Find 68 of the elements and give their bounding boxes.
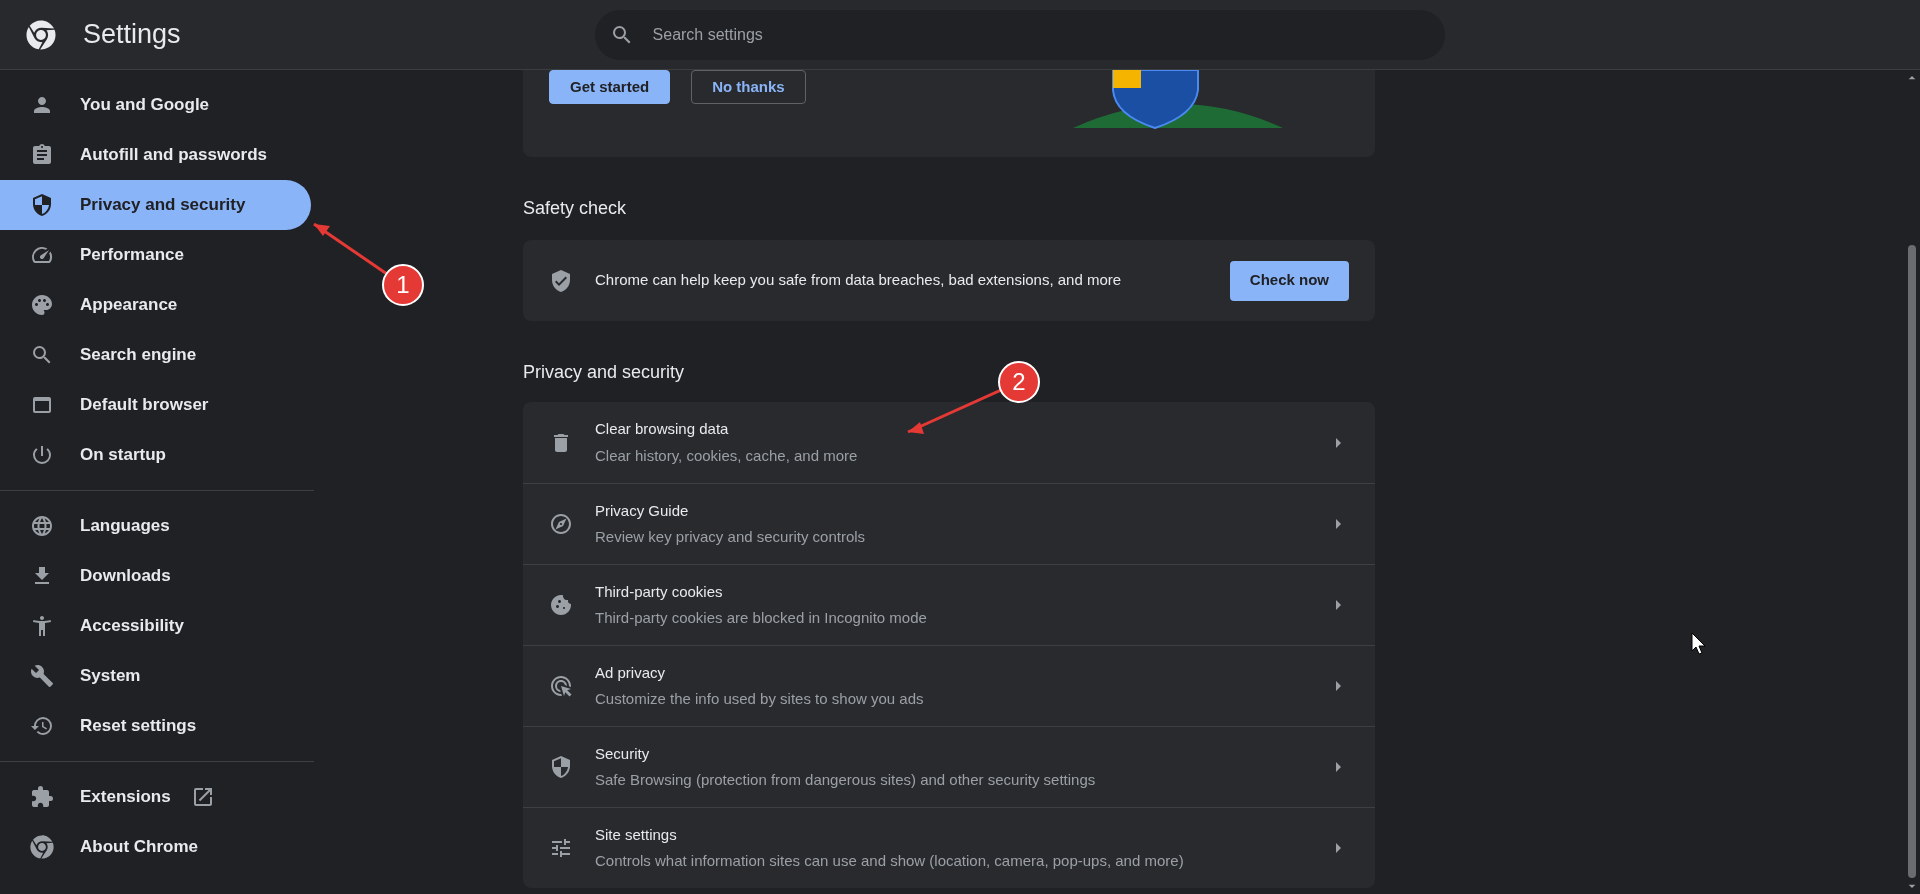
power-icon: [30, 443, 54, 467]
row-subtitle: Review key privacy and security controls: [595, 527, 867, 547]
sidebar-item[interactable]: Autofill and passwords: [0, 130, 311, 180]
caret-right-icon: [1336, 843, 1341, 853]
chrome-logo-icon: [26, 19, 56, 50]
row-subtitle: Safe Browsing (protection from dangerous sites) and other security settings: [595, 770, 1097, 790]
shield-check-icon: [549, 268, 573, 293]
mouse-cursor-icon: [1691, 632, 1706, 655]
settings-row[interactable]: Ad privacy Customize the info used by sites to show you ads: [523, 645, 1375, 726]
settings-row[interactable]: Clear browsing data Clear history, cookies, cache, and more: [523, 402, 1375, 483]
safety-check-text: Chrome can help keep you safe from data breaches, bad extensions, and more: [595, 270, 1123, 291]
sidebar-item[interactable]: System: [0, 651, 311, 701]
chrome-logo-icon: [30, 835, 54, 859]
callout-number: 1: [382, 264, 424, 306]
caret-right-icon: [1336, 762, 1341, 772]
row-title: Third-party cookies: [595, 581, 724, 602]
cookie-icon: [549, 593, 573, 617]
caret-right-icon: [1336, 437, 1341, 448]
sidebar-item[interactable]: Default browser: [0, 380, 311, 430]
sidebar-item[interactable]: About Chrome: [0, 822, 311, 872]
caret-right-icon: [1336, 519, 1341, 529]
row-title: Site settings: [595, 824, 678, 845]
shield-icon: [30, 193, 54, 217]
row-subtitle: Third-party cookies are blocked in Incognito mode: [595, 608, 928, 628]
palette-icon: [30, 293, 54, 317]
compass-icon: [549, 512, 573, 536]
sidebar-item[interactable]: You and Google: [0, 80, 311, 130]
sidebar-item[interactable]: Search engine: [0, 330, 311, 380]
settings-row[interactable]: Security Safe Browsing (protection from dangerous sites) and other security settings: [523, 726, 1375, 807]
sidebar-item[interactable]: Languages: [0, 501, 311, 551]
row-title: Ad privacy: [595, 662, 667, 683]
search-field[interactable]: Search settings: [594, 9, 1445, 60]
sliders-icon: [549, 836, 573, 860]
accessibility-icon: [30, 614, 54, 638]
caret-right-icon: [1336, 681, 1341, 691]
clipboard-icon: [30, 143, 54, 167]
cursor-click-icon: [549, 674, 573, 698]
row-subtitle: Controls what information sites can use and show (location, camera, pop-ups, and more): [595, 851, 1185, 871]
puzzle-icon: [30, 785, 54, 809]
callout-number: 2: [998, 361, 1040, 403]
wrench-icon: [30, 664, 54, 688]
check-now-button[interactable]: Check now: [1229, 260, 1349, 301]
row-subtitle: Customize the info used by sites to show you ads: [595, 689, 925, 709]
page-title: Settings: [83, 18, 181, 52]
row-title: Clear browsing data: [595, 419, 730, 439]
section-heading: Safety check: [523, 197, 627, 220]
sidebar-item[interactable]: Appearance: [0, 280, 311, 330]
sidebar-item[interactable]: Reset settings: [0, 701, 311, 751]
settings-row[interactable]: Privacy Guide Review key privacy and security controls: [523, 483, 1375, 564]
row-title: Privacy Guide: [595, 500, 690, 521]
sidebar-item[interactable]: On startup: [0, 430, 311, 480]
sidebar-item[interactable]: Downloads: [0, 551, 311, 601]
history-icon: [30, 714, 54, 738]
globe-icon: [30, 514, 54, 538]
row-subtitle: Clear history, cookies, cache, and more: [595, 445, 859, 466]
sidebar-item[interactable]: Accessibility: [0, 601, 311, 651]
sidebar-item[interactable]: Privacy and security: [0, 180, 311, 230]
row-title: Security: [595, 743, 651, 764]
caret-right-icon: [1336, 600, 1341, 610]
settings-row[interactable]: Site settings Controls what information sites can use and show (location, camera, pop-ups, and more): [523, 807, 1375, 888]
sidebar-item[interactable]: Performance: [0, 230, 311, 280]
promo-button[interactable]: No thanks: [691, 70, 806, 104]
section-heading: Privacy and security: [523, 361, 685, 384]
promo-button[interactable]: Get started: [549, 70, 671, 104]
settings-row[interactable]: Third-party cookies Third-party cookies are blocked in Incognito mode: [523, 564, 1375, 645]
shield-icon: [549, 755, 573, 779]
scrollbar-thumb[interactable]: [1908, 244, 1916, 878]
sidebar-item[interactable]: Extensions: [0, 772, 311, 822]
